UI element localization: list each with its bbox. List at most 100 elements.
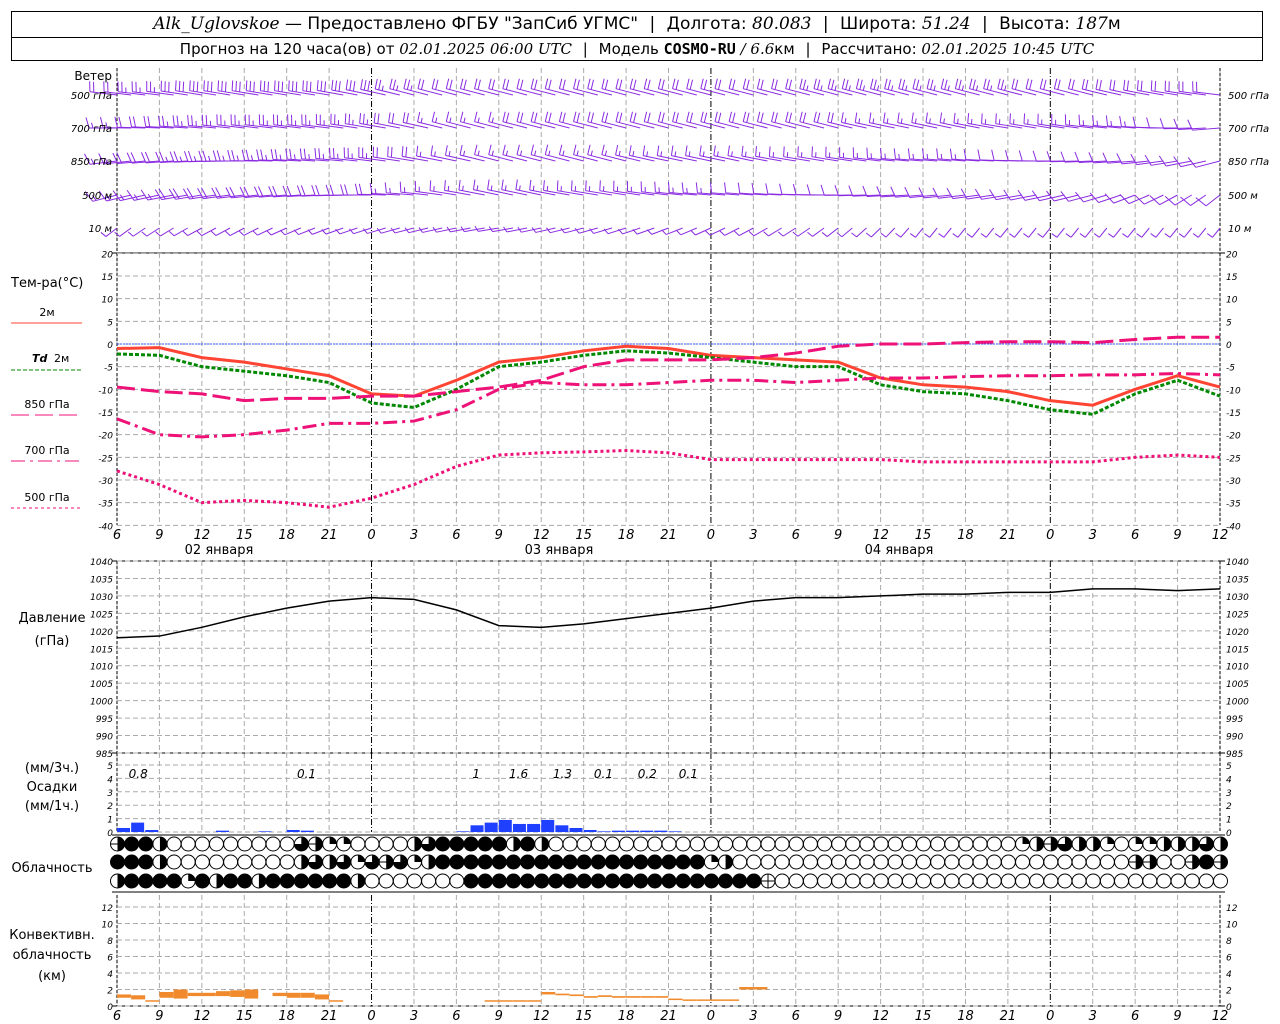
cloud-symbol — [1213, 873, 1228, 889]
convective-bar — [753, 987, 768, 990]
cloud-circle — [505, 873, 521, 889]
pressure-tick-label-left: 1010 — [90, 663, 113, 673]
wind-barb — [1067, 78, 1093, 96]
wind-barb — [895, 227, 910, 238]
cloud-symbol — [1000, 836, 1016, 852]
cloud-circle — [1029, 854, 1045, 870]
cloud-symbol — [505, 873, 521, 889]
cloud-circle — [166, 873, 182, 889]
cloud-circle — [1099, 873, 1115, 889]
cloud-symbol — [322, 854, 338, 870]
cloud-symbol — [1071, 873, 1087, 889]
cloud-symbol — [520, 836, 536, 852]
cloud-circle — [449, 836, 465, 852]
cloud-symbol — [251, 873, 267, 889]
cloud-circle — [520, 854, 536, 870]
cloud-circle — [887, 873, 903, 889]
cloud-symbol — [1184, 854, 1200, 870]
cloud-circle — [1057, 854, 1073, 870]
cloud-symbol — [1071, 836, 1087, 852]
cloud-symbol — [435, 836, 451, 852]
cloud-circle — [817, 836, 833, 852]
cloud-symbol — [251, 854, 267, 870]
wind-barb — [573, 144, 598, 162]
x-tick-label-bottom: 18 — [957, 1009, 974, 1024]
wind-barb — [939, 112, 966, 129]
temp-tick-label-left: -25 — [98, 454, 113, 464]
cloud-circle — [802, 854, 818, 870]
cloud-circle — [802, 873, 818, 889]
precip-bar — [640, 830, 654, 832]
wind-barb — [430, 145, 457, 162]
cloud-symbol — [1085, 873, 1101, 889]
cloud-symbol — [463, 836, 479, 852]
cloud-symbol — [1142, 836, 1158, 852]
wind-barb — [785, 111, 811, 129]
wind-barb — [1192, 81, 1221, 96]
temp-tick-label-right: -25 — [1226, 454, 1241, 464]
wind-barb — [1023, 227, 1037, 238]
cloud-symbol — [138, 836, 154, 852]
cloud-circle — [703, 836, 719, 852]
pressure-tick-label-right: 1015 — [1226, 645, 1249, 655]
convective-bar — [201, 992, 216, 997]
cloud-circle — [322, 873, 338, 889]
x-tick-label-mid: 21 — [660, 528, 677, 543]
cloud-symbol — [718, 836, 734, 852]
cloud-circle — [732, 854, 748, 870]
cloud-circle — [1213, 873, 1228, 889]
precip-tick-label-left: 2 — [107, 802, 113, 812]
cloud-symbol — [110, 836, 125, 852]
wind-barb — [728, 78, 754, 96]
wind-barb — [1192, 227, 1207, 238]
wind-barb — [1039, 78, 1065, 96]
cloud-symbol — [1015, 854, 1031, 870]
cloud-circle — [972, 873, 988, 889]
wind-barb — [670, 145, 697, 162]
cloud-fill — [159, 855, 167, 869]
cloud-symbol — [1085, 854, 1101, 870]
cloud-circle — [604, 854, 620, 870]
cloud-fill — [216, 874, 224, 888]
cloud-symbol — [1000, 854, 1016, 870]
cloud-fill — [414, 837, 422, 852]
wind-barb — [487, 179, 514, 196]
x-tick-label-mid: 21 — [1000, 528, 1017, 543]
convective-bar — [173, 989, 188, 999]
cloud-fill — [258, 874, 266, 888]
wind-barb — [601, 111, 627, 129]
wind-barb — [912, 78, 938, 96]
cloud-circle — [1043, 854, 1059, 870]
wind-barb — [629, 111, 655, 129]
precip-bar — [117, 827, 130, 832]
wind-barb — [685, 145, 712, 162]
cloud-circle — [972, 854, 988, 870]
convective-bar — [314, 994, 329, 1000]
cloud-symbol — [802, 854, 818, 870]
cloud-symbol — [1114, 854, 1130, 870]
cloud-symbol — [505, 836, 521, 852]
x-tick-label-bottom: 15 — [575, 1009, 592, 1024]
cloud-circle — [817, 854, 833, 870]
convective-bar — [131, 995, 146, 1000]
cloud-circle — [208, 854, 224, 870]
cloud-symbol — [1029, 854, 1045, 870]
convective-bar — [597, 995, 612, 997]
wind-barb — [1195, 194, 1221, 207]
cloud-symbol — [901, 836, 917, 852]
cloud-circle — [604, 873, 620, 889]
wind-barb — [488, 144, 514, 162]
cloud-symbol — [279, 854, 295, 870]
cloud-symbol — [180, 854, 196, 870]
cloud-symbol — [562, 854, 578, 870]
cloud-symbol — [930, 873, 946, 889]
pressure-tick-label-left: 995 — [96, 715, 113, 725]
cloud-symbol — [520, 873, 536, 889]
cloud-symbol — [548, 836, 564, 852]
wind-barb — [459, 144, 485, 162]
wind-barb — [1134, 194, 1164, 205]
wind-barb — [656, 145, 683, 162]
conv-tick-label-left: 8 — [107, 937, 113, 947]
cloud-circle — [1029, 873, 1045, 889]
cloud-circle — [1170, 854, 1186, 870]
